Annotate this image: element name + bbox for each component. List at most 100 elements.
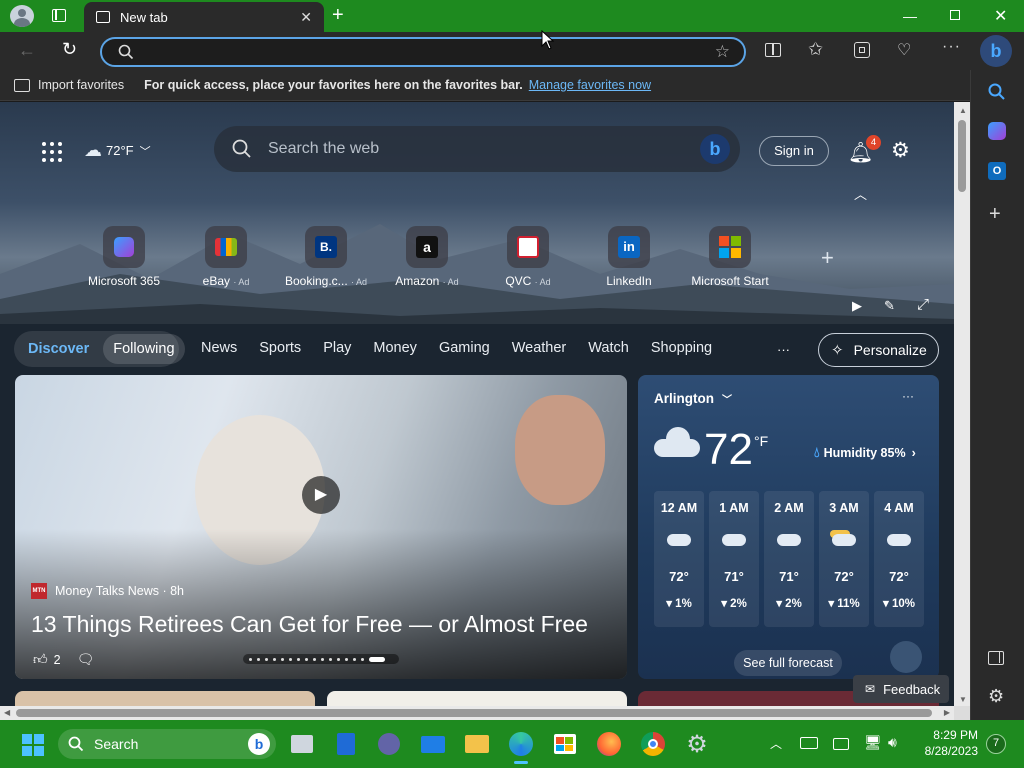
favorite-star-icon[interactable]: ☆ bbox=[715, 42, 730, 62]
nav-play[interactable]: Play bbox=[323, 340, 351, 356]
tab-following[interactable]: Following bbox=[103, 334, 185, 364]
horizontal-scrollbar[interactable]: ◀ ▶ bbox=[0, 706, 954, 720]
weather-location[interactable]: Arlington ﹀ bbox=[654, 391, 732, 406]
thumbs-up-icon[interactable]: 👍︎ bbox=[33, 651, 48, 668]
edge-icon[interactable] bbox=[507, 730, 535, 758]
bing-chat-icon[interactable]: b bbox=[700, 134, 730, 164]
play-icon[interactable]: ▶ bbox=[852, 298, 862, 314]
quick-link-booking[interactable]: B. Booking.c... · Ad bbox=[276, 226, 376, 288]
volume-icon[interactable]: 🔊︎ bbox=[888, 734, 897, 751]
notification-count-badge[interactable]: 7 bbox=[986, 734, 1006, 754]
sidebar-panel-icon[interactable] bbox=[988, 651, 1004, 665]
humidity[interactable]: 💧︎ Humidity 85% › bbox=[814, 444, 916, 461]
quick-link-microsoft-start[interactable]: Microsoft Start bbox=[680, 226, 780, 288]
sidebar-outlook-icon[interactable]: O bbox=[988, 162, 1006, 180]
weather-map-icon[interactable] bbox=[890, 641, 922, 673]
nav-news[interactable]: News bbox=[201, 340, 237, 356]
app-launcher-icon[interactable] bbox=[42, 142, 62, 162]
sidebar-add-icon[interactable]: + bbox=[989, 203, 1001, 226]
windows-start-icon[interactable] bbox=[22, 734, 44, 756]
profile-avatar[interactable] bbox=[10, 5, 34, 27]
browser-essentials-icon[interactable]: ♡ bbox=[897, 40, 911, 60]
minimize-icon[interactable]: — bbox=[903, 8, 917, 24]
web-search-box[interactable]: Search the web b bbox=[214, 126, 740, 172]
quick-link-microsoft-365[interactable]: Microsoft 365 bbox=[74, 226, 174, 288]
nav-gaming[interactable]: Gaming bbox=[439, 340, 490, 356]
play-video-icon[interactable]: ▶ bbox=[302, 476, 340, 514]
collections-icon[interactable] bbox=[854, 42, 870, 58]
personalize-button[interactable]: ✧ Personalize bbox=[818, 333, 939, 367]
sign-in-button[interactable]: Sign in bbox=[759, 136, 829, 166]
hero-article-card[interactable]: ▶ MTN Money Talks News · 8h 13 Things Re… bbox=[15, 375, 627, 679]
chrome-icon[interactable] bbox=[639, 730, 667, 758]
quick-link-ebay[interactable]: eBay · Ad bbox=[176, 226, 276, 288]
split-screen-icon[interactable] bbox=[765, 43, 781, 57]
hour-item[interactable]: 2 AM 71° ▾ 2% bbox=[764, 491, 814, 627]
show-hidden-icons-icon[interactable]: ︿ bbox=[770, 735, 782, 752]
settings-more-icon[interactable]: ··· bbox=[942, 38, 961, 56]
task-view-icon[interactable] bbox=[288, 730, 316, 758]
weather-more-icon[interactable]: ··· bbox=[902, 389, 914, 403]
nav-watch[interactable]: Watch bbox=[588, 340, 629, 356]
keyboard-icon[interactable] bbox=[833, 738, 849, 750]
tab-new-tab[interactable]: New tab ✕ bbox=[84, 2, 324, 32]
restore-icon[interactable] bbox=[950, 10, 960, 20]
nav-sports[interactable]: Sports bbox=[259, 340, 301, 356]
gear-icon[interactable]: ⚙ bbox=[891, 138, 910, 163]
clock[interactable]: 8:29 PM 8/28/2023 bbox=[910, 727, 978, 759]
onedrive-icon[interactable] bbox=[800, 737, 818, 749]
import-favorites-link[interactable]: Import favorites bbox=[38, 78, 124, 92]
see-forecast-button[interactable]: See full forecast bbox=[734, 650, 842, 676]
vertical-scroll-thumb[interactable] bbox=[958, 120, 966, 192]
favorites-icon[interactable]: ✩ bbox=[808, 39, 823, 60]
close-window-icon[interactable]: ✕ bbox=[994, 6, 1007, 26]
tab-discover[interactable]: Discover bbox=[28, 341, 89, 357]
close-tab-icon[interactable]: ✕ bbox=[300, 9, 312, 26]
chevron-up-icon[interactable]: ︿ bbox=[854, 184, 867, 203]
quick-link-qvc[interactable]: QVC · Ad bbox=[478, 226, 578, 288]
settings-app-icon[interactable]: ⚙ bbox=[683, 730, 711, 758]
mail-icon[interactable] bbox=[419, 730, 447, 758]
store-icon[interactable] bbox=[551, 730, 579, 758]
horizontal-scroll-thumb[interactable] bbox=[16, 709, 932, 717]
expand-icon[interactable]: ⤢ bbox=[917, 296, 929, 313]
nav-money[interactable]: Money bbox=[373, 340, 417, 356]
weather-chip[interactable]: ☁ 72°F ﹀ bbox=[84, 140, 151, 161]
copilot-icon[interactable]: b bbox=[980, 35, 1012, 67]
nav-shopping[interactable]: Shopping bbox=[651, 340, 712, 356]
address-input[interactable] bbox=[144, 44, 684, 60]
comment-icon[interactable]: 🗨︎ bbox=[77, 651, 95, 668]
feedback-button[interactable]: ✉ Feedback bbox=[853, 675, 949, 703]
firefox-icon[interactable] bbox=[595, 730, 623, 758]
tab-actions-icon[interactable] bbox=[52, 9, 66, 22]
refresh-icon[interactable]: ↻ bbox=[62, 39, 77, 60]
article-card-peek[interactable] bbox=[327, 691, 627, 706]
quick-link-linkedin[interactable]: in LinkedIn bbox=[579, 226, 679, 288]
nav-weather[interactable]: Weather bbox=[512, 340, 567, 356]
sidebar-settings-icon[interactable]: ⚙ bbox=[988, 686, 1004, 707]
widgets-icon[interactable] bbox=[332, 730, 360, 758]
file-explorer-icon[interactable] bbox=[463, 730, 491, 758]
sidebar-search-icon[interactable] bbox=[988, 83, 1006, 101]
address-bar[interactable]: ☆ bbox=[100, 37, 746, 67]
vertical-scrollbar[interactable]: ▲ ▼ bbox=[954, 102, 970, 706]
hour-item[interactable]: 3 AM 72° ▾ 11% bbox=[819, 491, 869, 627]
hour-item[interactable]: 12 AM 72° ▾ 1% bbox=[654, 491, 704, 627]
hour-item[interactable]: 1 AM 71° ▾ 2% bbox=[709, 491, 759, 627]
edit-background-icon[interactable]: ✎ bbox=[884, 298, 895, 314]
sidebar-copilot-icon[interactable] bbox=[988, 122, 1006, 140]
article-headline[interactable]: 13 Things Retirees Can Get for Free — or… bbox=[31, 611, 588, 638]
network-icon[interactable]: 🖥︎ bbox=[864, 734, 882, 751]
add-quick-link-icon[interactable]: + bbox=[821, 245, 834, 271]
teams-icon[interactable] bbox=[375, 730, 403, 758]
back-arrow-icon[interactable]: ← bbox=[18, 40, 36, 61]
hour-time: 3 AM bbox=[829, 501, 859, 515]
new-tab-plus-icon[interactable]: + bbox=[332, 4, 344, 27]
taskbar-search[interactable]: Search b bbox=[58, 729, 276, 759]
quick-link-amazon[interactable]: a Amazon · Ad bbox=[377, 226, 477, 288]
article-card-peek[interactable] bbox=[15, 691, 315, 706]
more-nav-icon[interactable]: ··· bbox=[777, 342, 790, 357]
hour-item[interactable]: 4 AM 72° ▾ 10% bbox=[874, 491, 924, 627]
carousel-dots[interactable] bbox=[243, 654, 399, 664]
manage-favorites-link[interactable]: Manage favorites now bbox=[529, 78, 651, 92]
